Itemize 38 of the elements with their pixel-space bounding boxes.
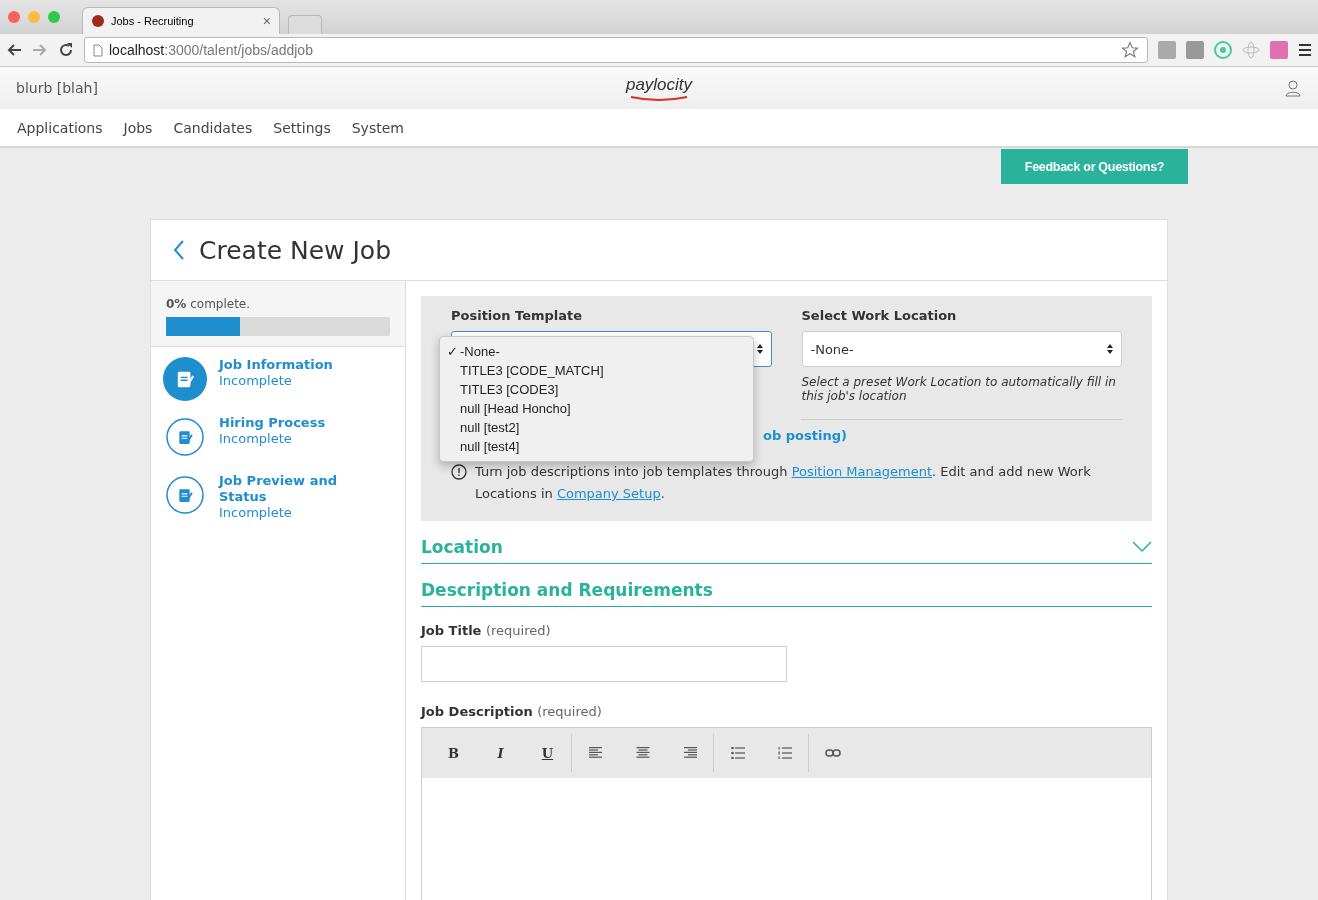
dropdown-option[interactable]: null [test4] [440,437,753,456]
browser-tab[interactable]: Jobs - Recruiting × [82,7,280,34]
step-status: Incomplete [219,373,293,389]
nav-item[interactable]: Candidates [173,119,253,136]
address-bar[interactable]: localhost:3000/talent/jobs/addjob [84,37,1148,63]
field-label: Job Description (required) [421,704,603,719]
section-header: Description and Requirements [421,566,1152,607]
nav-item[interactable]: Settings [273,119,331,136]
progress-text: 0% complete. [166,297,252,311]
field-label: Select Work Location [801,308,958,323]
dropdown-option[interactable]: TITLE3 [CODE3] [440,380,753,399]
nav-item[interactable]: Jobs [123,119,153,136]
check-mark: ✓ [446,343,458,361]
logo: paylocity [625,75,693,95]
info-text: Turn job descriptions into job templates through Position Management. Edit and add new Work Locations in Company Setup. [475,463,1092,503]
field-hint: Select a preset Work Location to automatically fill in this job's location [801,375,1117,403]
tab-close[interactable]: × [262,13,271,29]
description-editor[interactable]: B I U [421,727,1152,900]
field-label: Position Template [451,308,584,323]
step-status: Incomplete [219,431,293,447]
nav-item[interactable]: System [351,119,404,136]
format-button[interactable]: I [477,738,524,768]
format-button[interactable]: B [430,738,477,768]
dropdown-option[interactable]: null [Head Honcho] [440,399,753,418]
format-button[interactable]: U [524,738,571,768]
location-select[interactable]: -None- [801,331,1122,367]
step-status: Incomplete [219,505,293,521]
step-title[interactable]: Job Information [219,357,349,373]
url-text: localhost:3000/talent/jobs/addjob [109,42,313,58]
page-title: Create New Job [199,235,392,265]
user-name: blurb [blah] [16,80,99,96]
dropdown-option[interactable]: null [test2] [440,418,753,437]
field-label: Job Title (required) [421,623,552,638]
dropdown-option[interactable]: TITLE3 [CODE_MATCH] [440,361,753,380]
step-title[interactable]: Hiring Process [219,415,349,431]
dropdown-option[interactable]: ✓-None- [440,342,753,361]
nav-item[interactable]: Applications [17,119,103,136]
step-title[interactable]: Job Preview and Status [219,473,349,505]
